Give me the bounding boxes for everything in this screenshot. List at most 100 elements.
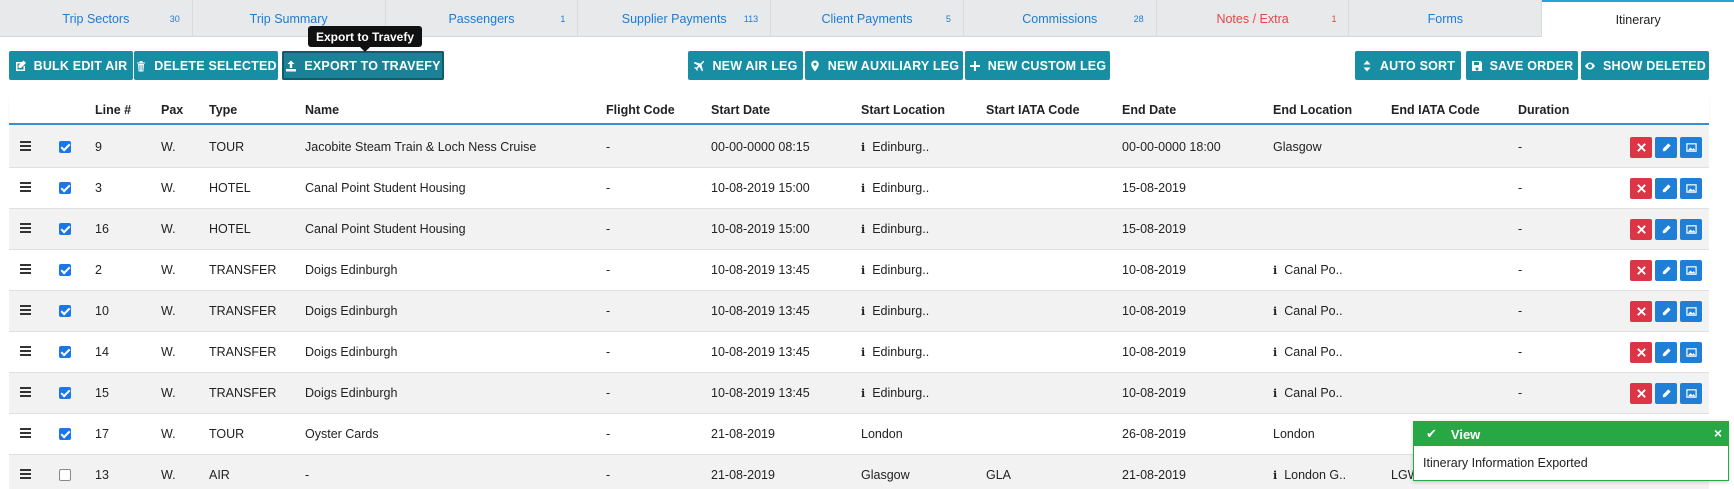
image-row-button[interactable]	[1680, 260, 1702, 281]
info-icon[interactable]: i	[1273, 346, 1277, 359]
row-checkbox[interactable]	[59, 305, 71, 317]
info-icon[interactable]: i	[861, 387, 865, 400]
drag-handle-icon[interactable]	[20, 346, 31, 356]
cell-pax: W.	[161, 427, 176, 441]
save-order-button[interactable]: SAVE ORDER	[1466, 51, 1578, 80]
column-header-start-location[interactable]: Start Location	[861, 103, 945, 117]
export-to-travefy-button[interactable]: EXPORT TO TRAVEFY	[282, 51, 444, 80]
row-checkbox[interactable]	[59, 469, 71, 481]
tab-label: Client Payments	[821, 11, 913, 26]
cell-name: -	[305, 468, 310, 482]
location-text: Edinburg..	[872, 140, 930, 154]
image-row-button[interactable]	[1680, 137, 1702, 158]
tab-itinerary[interactable]: Itinerary	[1542, 0, 1734, 38]
tab-commissions[interactable]: Commissions 28	[964, 0, 1157, 37]
delete-row-button[interactable]	[1630, 178, 1652, 199]
info-icon[interactable]: i	[861, 264, 865, 277]
row-checkbox[interactable]	[59, 182, 71, 194]
edit-row-button[interactable]	[1655, 137, 1677, 158]
map-marker-icon	[810, 60, 819, 71]
delete-selected-button[interactable]: DELETE SELECTED	[134, 51, 278, 80]
row-checkbox[interactable]	[59, 346, 71, 358]
edit-row-button[interactable]	[1655, 260, 1677, 281]
column-header-name[interactable]: Name	[305, 103, 339, 117]
cell-end-date: 10-08-2019	[1122, 386, 1186, 400]
image-row-button[interactable]	[1680, 342, 1702, 363]
column-header-line[interactable]: Line #	[95, 103, 131, 117]
table-row: 14 W. TRANSFER Doigs Edinburgh - 10-08-2019 1…	[9, 332, 1709, 373]
tab-trip-sectors[interactable]: Trip Sectors 30	[0, 0, 193, 37]
info-icon[interactable]: i	[1273, 469, 1277, 482]
column-header-end-location[interactable]: End Location	[1273, 103, 1352, 117]
edit-row-button[interactable]	[1655, 383, 1677, 404]
column-header-pax[interactable]: Pax	[161, 103, 183, 117]
edit-row-button[interactable]	[1655, 342, 1677, 363]
info-icon[interactable]: i	[1273, 305, 1277, 318]
delete-row-button[interactable]	[1630, 137, 1652, 158]
edit-row-button[interactable]	[1655, 301, 1677, 322]
info-icon[interactable]: i	[861, 182, 865, 195]
image-row-button[interactable]	[1680, 178, 1702, 199]
info-icon[interactable]: i	[861, 305, 865, 318]
bulk-edit-air-button[interactable]: BULK EDIT AIR	[9, 51, 133, 80]
column-header-end-date[interactable]: End Date	[1122, 103, 1176, 117]
tab-client-payments[interactable]: Client Payments 5	[771, 0, 964, 37]
tab-supplier-payments[interactable]: Supplier Payments 113	[578, 0, 772, 37]
cell-type: TRANSFER	[209, 263, 277, 277]
column-header-end-iata[interactable]: End IATA Code	[1391, 103, 1480, 117]
auto-sort-button[interactable]: AUTO SORT	[1355, 51, 1461, 80]
cell-end-location: London	[1273, 427, 1315, 441]
cell-duration: -	[1518, 386, 1523, 400]
drag-handle-icon[interactable]	[20, 428, 31, 438]
delete-row-button[interactable]	[1630, 219, 1652, 240]
column-header-duration[interactable]: Duration	[1518, 103, 1569, 117]
tab-forms[interactable]: Forms	[1349, 0, 1543, 37]
tab-label: Notes / Extra	[1216, 11, 1289, 26]
edit-row-button[interactable]	[1655, 219, 1677, 240]
drag-handle-icon[interactable]	[20, 305, 31, 315]
drag-handle-icon[interactable]	[20, 469, 31, 479]
info-icon[interactable]: i	[861, 223, 865, 236]
cell-flight-code: -	[606, 304, 611, 318]
image-row-button[interactable]	[1680, 219, 1702, 240]
drag-handle-icon[interactable]	[20, 223, 31, 233]
image-row-button[interactable]	[1680, 383, 1702, 404]
tab-notes-extra[interactable]: Notes / Extra 1	[1157, 0, 1350, 37]
location-text: Edinburg..	[872, 304, 930, 318]
column-header-flight-code[interactable]: Flight Code	[606, 103, 675, 117]
column-header-type[interactable]: Type	[209, 103, 237, 117]
cell-flight-code: -	[606, 263, 611, 277]
row-checkbox[interactable]	[59, 223, 71, 235]
info-icon[interactable]: i	[1273, 264, 1277, 277]
cell-start-iata: GLA	[986, 468, 1012, 482]
delete-row-button[interactable]	[1630, 342, 1652, 363]
row-checkbox[interactable]	[59, 387, 71, 399]
delete-row-button[interactable]	[1630, 260, 1652, 281]
tab-label: Supplier Payments	[621, 11, 727, 26]
delete-row-button[interactable]	[1630, 301, 1652, 322]
image-row-button[interactable]	[1680, 301, 1702, 322]
cell-end-location: i Canal Po..	[1273, 386, 1343, 400]
new-auxiliary-leg-button[interactable]: NEW AUXILIARY LEG	[805, 51, 963, 80]
column-header-start-iata[interactable]: Start IATA Code	[986, 103, 1080, 117]
row-checkbox[interactable]	[59, 428, 71, 440]
new-air-leg-button[interactable]: NEW AIR LEG	[688, 51, 803, 80]
new-custom-leg-button[interactable]: NEW CUSTOM LEG	[965, 51, 1110, 80]
row-checkbox[interactable]	[59, 264, 71, 276]
cell-line-number: 13	[95, 468, 109, 482]
info-icon[interactable]: i	[1273, 387, 1277, 400]
column-header-start-date[interactable]: Start Date	[711, 103, 770, 117]
drag-handle-icon[interactable]	[20, 182, 31, 192]
edit-row-button[interactable]	[1655, 178, 1677, 199]
drag-handle-icon[interactable]	[20, 387, 31, 397]
drag-handle-icon[interactable]	[20, 264, 31, 274]
row-checkbox[interactable]	[59, 141, 71, 153]
save-order-label: SAVE ORDER	[1489, 58, 1574, 73]
bulk-edit-air-label: BULK EDIT AIR	[33, 58, 128, 73]
drag-handle-icon[interactable]	[20, 141, 31, 151]
toast-close-button[interactable]: ×	[1714, 425, 1722, 441]
delete-row-button[interactable]	[1630, 383, 1652, 404]
show-deleted-button[interactable]: SHOW DELETED	[1581, 51, 1709, 80]
info-icon[interactable]: i	[861, 141, 865, 154]
info-icon[interactable]: i	[861, 346, 865, 359]
